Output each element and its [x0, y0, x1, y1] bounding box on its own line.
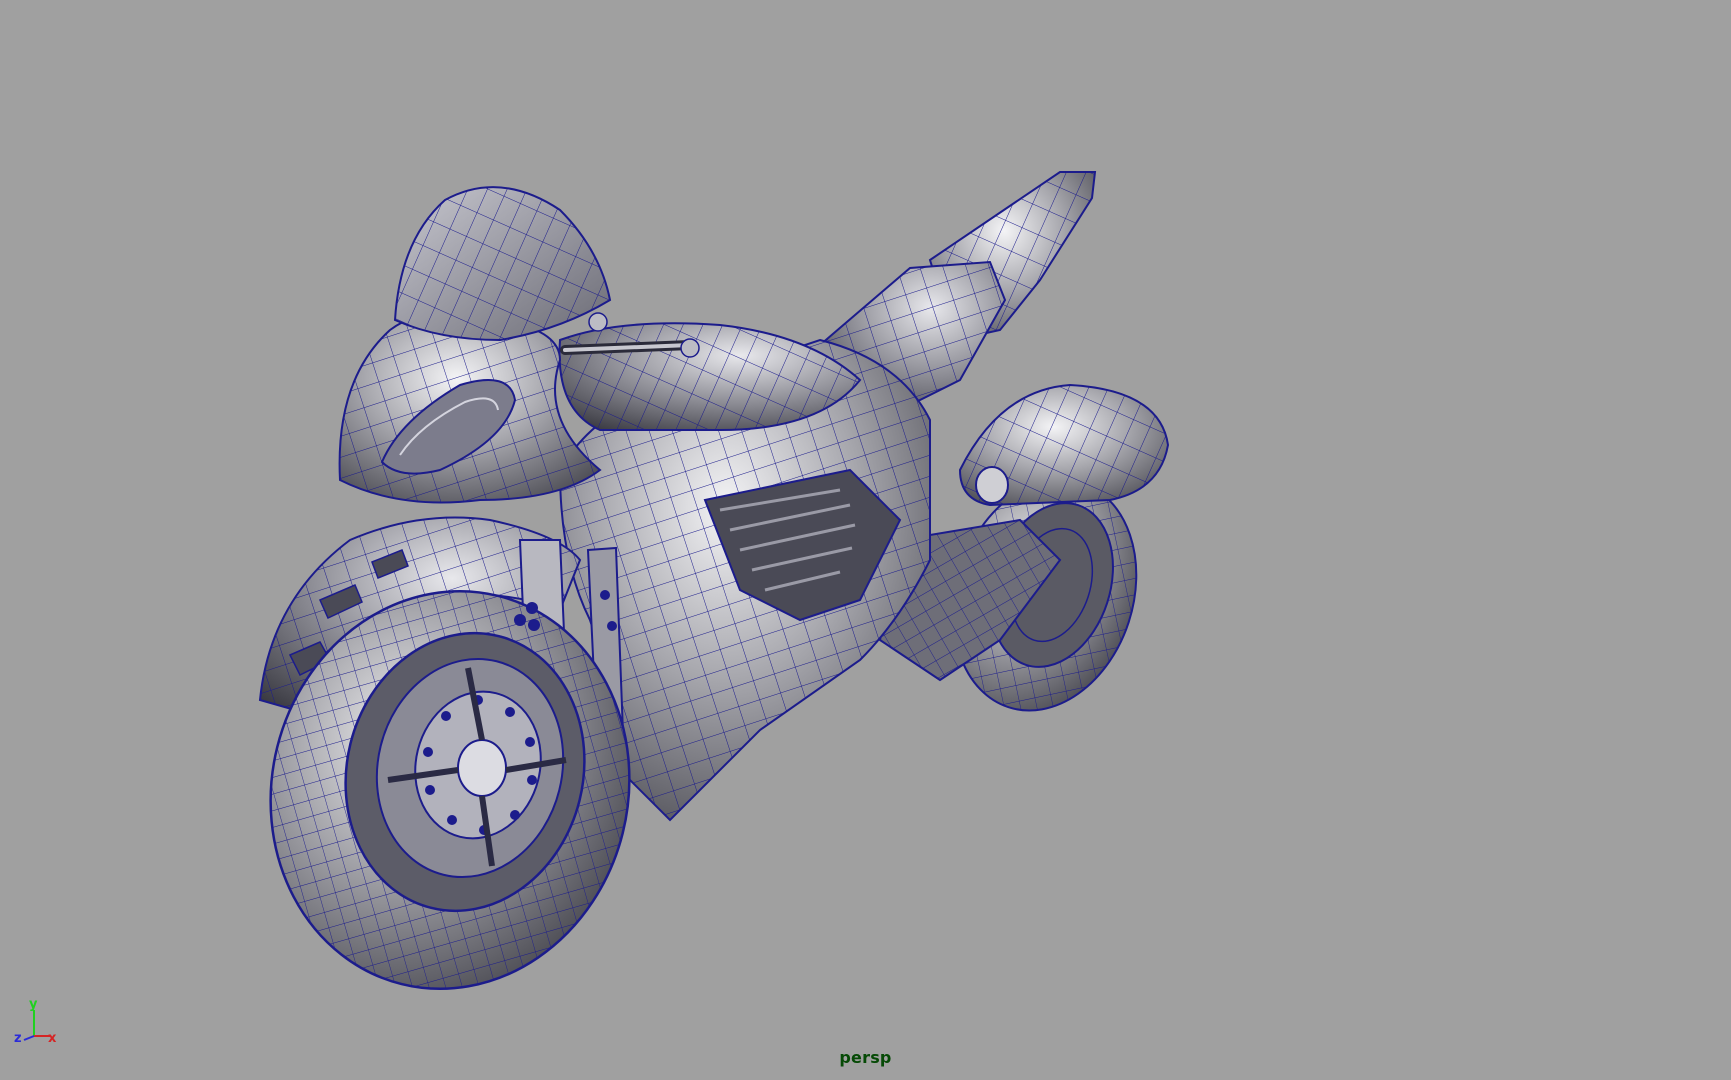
fuel-tank: [558, 322, 862, 431]
perspective-viewport[interactable]: y z x persp: [0, 0, 1731, 1080]
motorcycle-wireframe-icon[interactable]: [0, 0, 1731, 1080]
windscreen: [393, 186, 612, 342]
exhaust: [958, 383, 1170, 507]
x-axis-label: x: [48, 1031, 57, 1046]
z-axis-label: z: [14, 1031, 22, 1046]
z-axis-line: [23, 1035, 35, 1041]
axis-gizmo: y z x: [10, 996, 66, 1048]
y-axis-label: y: [29, 997, 38, 1012]
camera-name-label: persp: [839, 1048, 892, 1067]
